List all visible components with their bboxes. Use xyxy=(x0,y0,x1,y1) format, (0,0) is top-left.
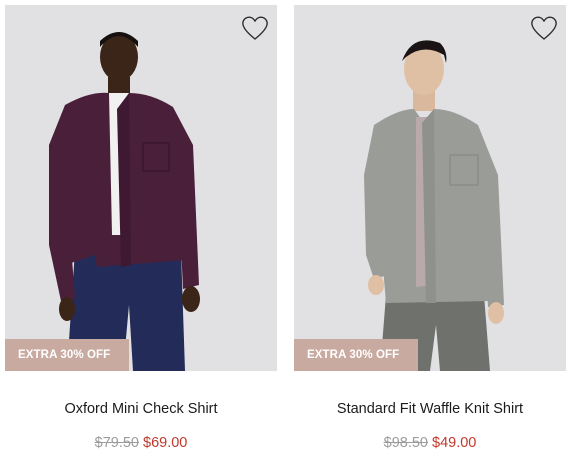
promo-badge: EXTRA 30% OFF xyxy=(5,339,129,371)
product-name[interactable]: Oxford Mini Check Shirt xyxy=(5,401,277,417)
heart-outline-icon[interactable] xyxy=(530,15,558,41)
promo-badge: EXTRA 30% OFF xyxy=(294,339,418,371)
sale-price: $69.00 xyxy=(143,435,188,451)
product-photo xyxy=(294,5,566,371)
product-card[interactable]: EXTRA 30% OFF Standard Fit Waffle Knit S… xyxy=(294,5,566,451)
sale-price: $49.00 xyxy=(432,435,477,451)
product-image[interactable]: EXTRA 30% OFF xyxy=(5,5,277,371)
heart-outline-icon[interactable] xyxy=(241,15,269,41)
original-price: $98.50 xyxy=(383,435,428,451)
product-name[interactable]: Standard Fit Waffle Knit Shirt xyxy=(294,401,566,417)
product-price: $79.50 $69.00 xyxy=(5,435,277,451)
product-price: $98.50 $49.00 xyxy=(294,435,566,451)
product-image[interactable]: EXTRA 30% OFF xyxy=(294,5,566,371)
product-photo xyxy=(5,5,277,371)
product-card[interactable]: EXTRA 30% OFF Oxford Mini Check Shirt $7… xyxy=(5,5,277,451)
original-price: $79.50 xyxy=(94,435,139,451)
